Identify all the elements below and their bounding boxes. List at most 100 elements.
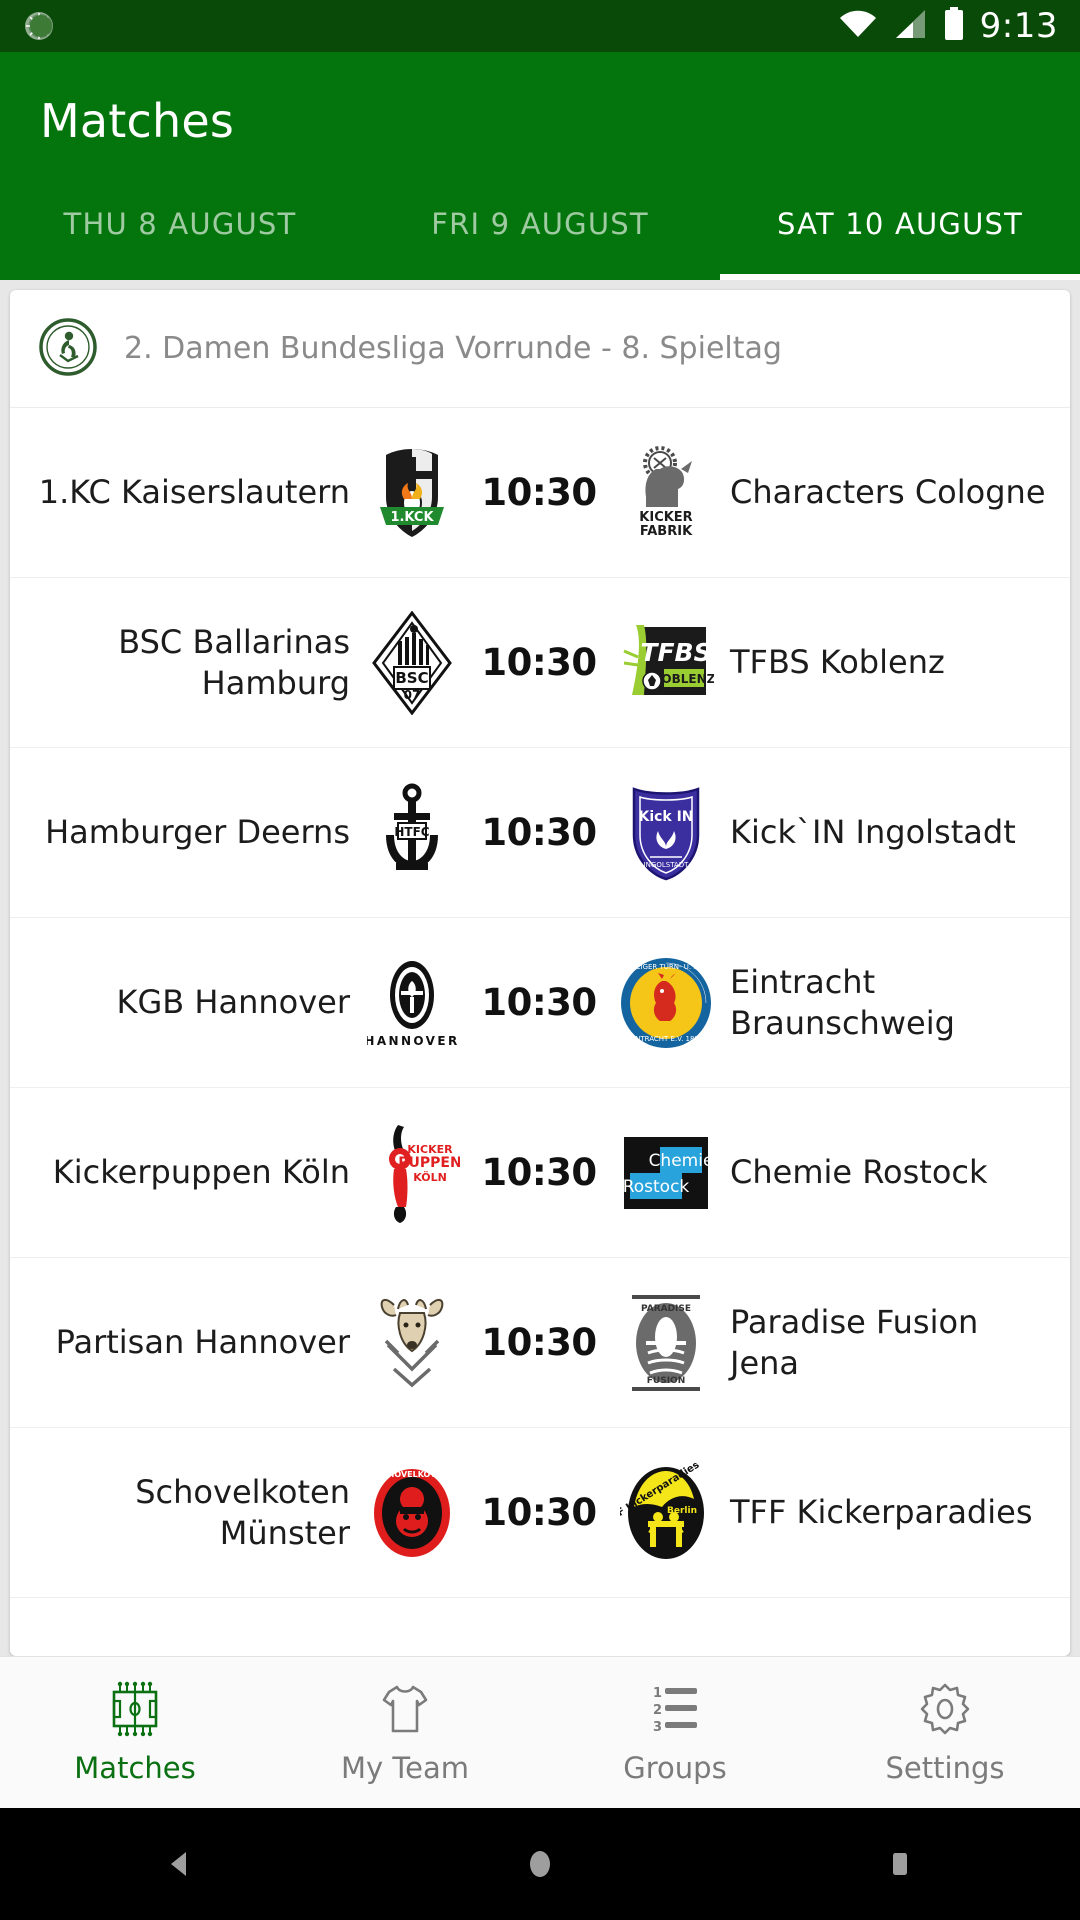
league-header[interactable]: 2. Damen Bundesliga Vorrunde - 8. Spielt…	[10, 290, 1070, 408]
svg-text:EINTRACHT E.V. 1895: EINTRACHT E.V. 1895	[629, 1035, 704, 1043]
status-bar-right: 9:13	[838, 7, 1058, 45]
match-row[interactable]: KGB Hannover HANNOVER 10:30 CHWEIGER TUR…	[10, 918, 1070, 1088]
svg-text:HANNOVER: HANNOVER	[367, 1034, 457, 1048]
app-notification-icon	[22, 9, 56, 43]
tfbs-koblenz-crest-icon: TFBS KOBLENZ	[614, 611, 718, 715]
tff-kickerparadies-crest-icon: TFF Kickerparadies Berlin	[614, 1461, 718, 1565]
kickerfabrik-crest-icon: KICKER FABRIK	[614, 441, 718, 545]
nav-item-my-team[interactable]: My Team	[270, 1657, 540, 1808]
home-team-name: KGB Hannover	[116, 983, 351, 1022]
home-team-name: Hamburger Deerns	[45, 813, 350, 852]
kickoff-time: 10:30	[481, 1321, 597, 1364]
away-team-name: TFF Kickerparadies	[730, 1493, 1033, 1532]
partisan-hannover-crest-icon	[360, 1291, 464, 1395]
match-row[interactable]: 1.KC Kaiserslautern 1.KCK 10:30 KICKER F…	[10, 408, 1070, 578]
bottom-navigation-bar: Matches My Team 1 2 3 Groups Settings	[0, 1656, 1080, 1808]
league-name: 2. Damen Bundesliga Vorrunde - 8. Spielt…	[124, 331, 782, 366]
date-tab-bar: THU 8 AUGUST FRI 9 AUGUST SAT 10 AUGUST	[0, 188, 1080, 280]
home-team-name: BSC Ballarinas Hamburg	[118, 622, 350, 702]
chemie-rostock-crest-icon: Chemie Rostock	[614, 1121, 718, 1225]
bsc-hamburg-crest-icon: BSC 07	[360, 610, 464, 715]
app-bar: Matches THU 8 AUGUST FRI 9 AUGUST SAT 10…	[0, 52, 1080, 280]
svg-text:Chemie: Chemie	[649, 1151, 714, 1171]
svg-text:FABRIK: FABRIK	[640, 524, 693, 539]
match-row[interactable]: BSC Ballarinas Hamburg BSC 07 10:30 TFBS…	[10, 578, 1070, 748]
tab-sat-10-august[interactable]: SAT 10 AUGUST	[720, 188, 1080, 280]
match-row[interactable]: Hamburger Deerns HTFC 10:30 Kick IN INGO…	[10, 748, 1070, 918]
battery-icon	[942, 7, 966, 45]
kickoff-time: 10:30	[481, 811, 597, 854]
match-row[interactable]: Partisan Hannover 10:30 PARADISE FUSION …	[10, 1258, 1070, 1428]
nav-item-settings[interactable]: Settings	[810, 1657, 1080, 1808]
away-team-name: Paradise Fusion Jena	[730, 1302, 979, 1382]
home-team-name: 1.KC Kaiserslautern	[38, 473, 350, 512]
tab-thu-8-august[interactable]: THU 8 AUGUST	[0, 188, 360, 280]
svg-text:KOBLENZ: KOBLENZ	[653, 672, 714, 686]
kickin-ingolstadt-crest-icon: Kick IN INGOLSTADT	[614, 781, 718, 885]
svg-text:Rostock: Rostock	[623, 1177, 690, 1197]
pitch-icon	[107, 1681, 163, 1737]
kaiserslautern-crest-icon: 1.KCK	[360, 441, 464, 545]
svg-text:INGOLSTADT: INGOLSTADT	[644, 861, 689, 869]
nav-item-matches[interactable]: Matches	[0, 1657, 270, 1808]
nav-label: Groups	[623, 1750, 727, 1785]
svg-text:3: 3	[653, 1720, 662, 1735]
svg-text:1.KCK: 1.KCK	[390, 510, 434, 525]
kgb-hannover-crest-icon: HANNOVER	[360, 951, 464, 1055]
recents-icon[interactable]	[840, 1808, 960, 1920]
svg-text:BSC: BSC	[395, 669, 428, 687]
svg-text:SCHOVELKOTEN: SCHOVELKOTEN	[376, 1470, 448, 1479]
shirt-icon	[377, 1681, 433, 1737]
svg-text:1: 1	[653, 1686, 662, 1701]
kickoff-time: 10:30	[481, 1151, 597, 1194]
svg-text:HTFC: HTFC	[394, 825, 429, 839]
status-bar-left	[22, 9, 56, 43]
svg-text:KÖLN: KÖLN	[413, 1170, 447, 1184]
svg-text:PARADISE: PARADISE	[641, 1304, 691, 1314]
away-team-name: Eintracht Braunschweig	[730, 962, 955, 1042]
ranking-list-icon: 1 2 3	[647, 1681, 703, 1737]
nav-label: My Team	[340, 1750, 470, 1785]
kickoff-time: 10:30	[481, 641, 597, 684]
tab-fri-9-august[interactable]: FRI 9 AUGUST	[360, 188, 720, 280]
gear-icon	[917, 1681, 973, 1737]
svg-text:TFBS: TFBS	[640, 638, 711, 667]
match-row[interactable]: Kickerpuppen Köln KICKER PUPPEN KÖLN 10:…	[10, 1088, 1070, 1258]
home-team-name: Schovelkoten Münster	[135, 1472, 350, 1552]
eintracht-braunschweig-crest-icon: BRAUNSCHWEIGER TURN- U. SPORTVEREIN EINT…	[614, 951, 718, 1055]
android-system-nav	[0, 1808, 1080, 1920]
home-icon[interactable]	[480, 1808, 600, 1920]
svg-text:FUSION: FUSION	[647, 1376, 685, 1386]
page-title: Matches	[40, 94, 235, 148]
htfc-anchor-crest-icon: HTFC	[360, 781, 464, 885]
kickoff-time: 10:30	[481, 471, 597, 514]
home-team-name: Kickerpuppen Köln	[52, 1153, 350, 1192]
cellular-signal-icon	[892, 8, 928, 44]
kickoff-time: 10:30	[481, 981, 597, 1024]
tab-label: THU 8 AUGUST	[63, 207, 297, 241]
nav-item-groups[interactable]: 1 2 3 Groups	[540, 1657, 810, 1808]
league-card: 2. Damen Bundesliga Vorrunde - 8. Spielt…	[10, 290, 1070, 1656]
svg-text:PUPPEN: PUPPEN	[398, 1155, 460, 1171]
svg-text:2: 2	[653, 1703, 662, 1718]
phone-screen: 9:13 Matches THU 8 AUGUST FRI 9 AUGUST S…	[0, 0, 1080, 1920]
kickoff-time: 10:30	[481, 1491, 597, 1534]
home-team-name: Partisan Hannover	[55, 1323, 350, 1362]
match-row[interactable]: Schovelkoten Münster SCHOVELKOTEN 10:30	[10, 1428, 1070, 1598]
away-team-name: TFBS Koblenz	[730, 643, 945, 682]
away-team-name: Chemie Rostock	[730, 1153, 988, 1192]
back-icon[interactable]	[120, 1808, 240, 1920]
schovelkoten-muenster-crest-icon: SCHOVELKOTEN	[360, 1461, 464, 1565]
svg-text:KICKER: KICKER	[639, 510, 692, 525]
away-team-name: Kick`IN Ingolstadt	[730, 813, 1016, 852]
wifi-icon	[838, 8, 878, 44]
svg-text:07: 07	[404, 688, 421, 702]
svg-text:BRAUNSCHWEIGER TURN- U. SPORTV: BRAUNSCHWEIGER TURN- U. SPORTVEREIN	[618, 963, 714, 971]
league-crest-icon	[38, 317, 98, 381]
status-bar-clock: 9:13	[979, 6, 1058, 46]
nav-label: Settings	[885, 1750, 1005, 1785]
nav-label: Matches	[74, 1750, 196, 1785]
match-list-scroll-area[interactable]: 2. Damen Bundesliga Vorrunde - 8. Spielt…	[0, 280, 1080, 1656]
paradise-fusion-jena-crest-icon: PARADISE FUSION	[614, 1291, 718, 1395]
tab-label: FRI 9 AUGUST	[431, 207, 649, 241]
